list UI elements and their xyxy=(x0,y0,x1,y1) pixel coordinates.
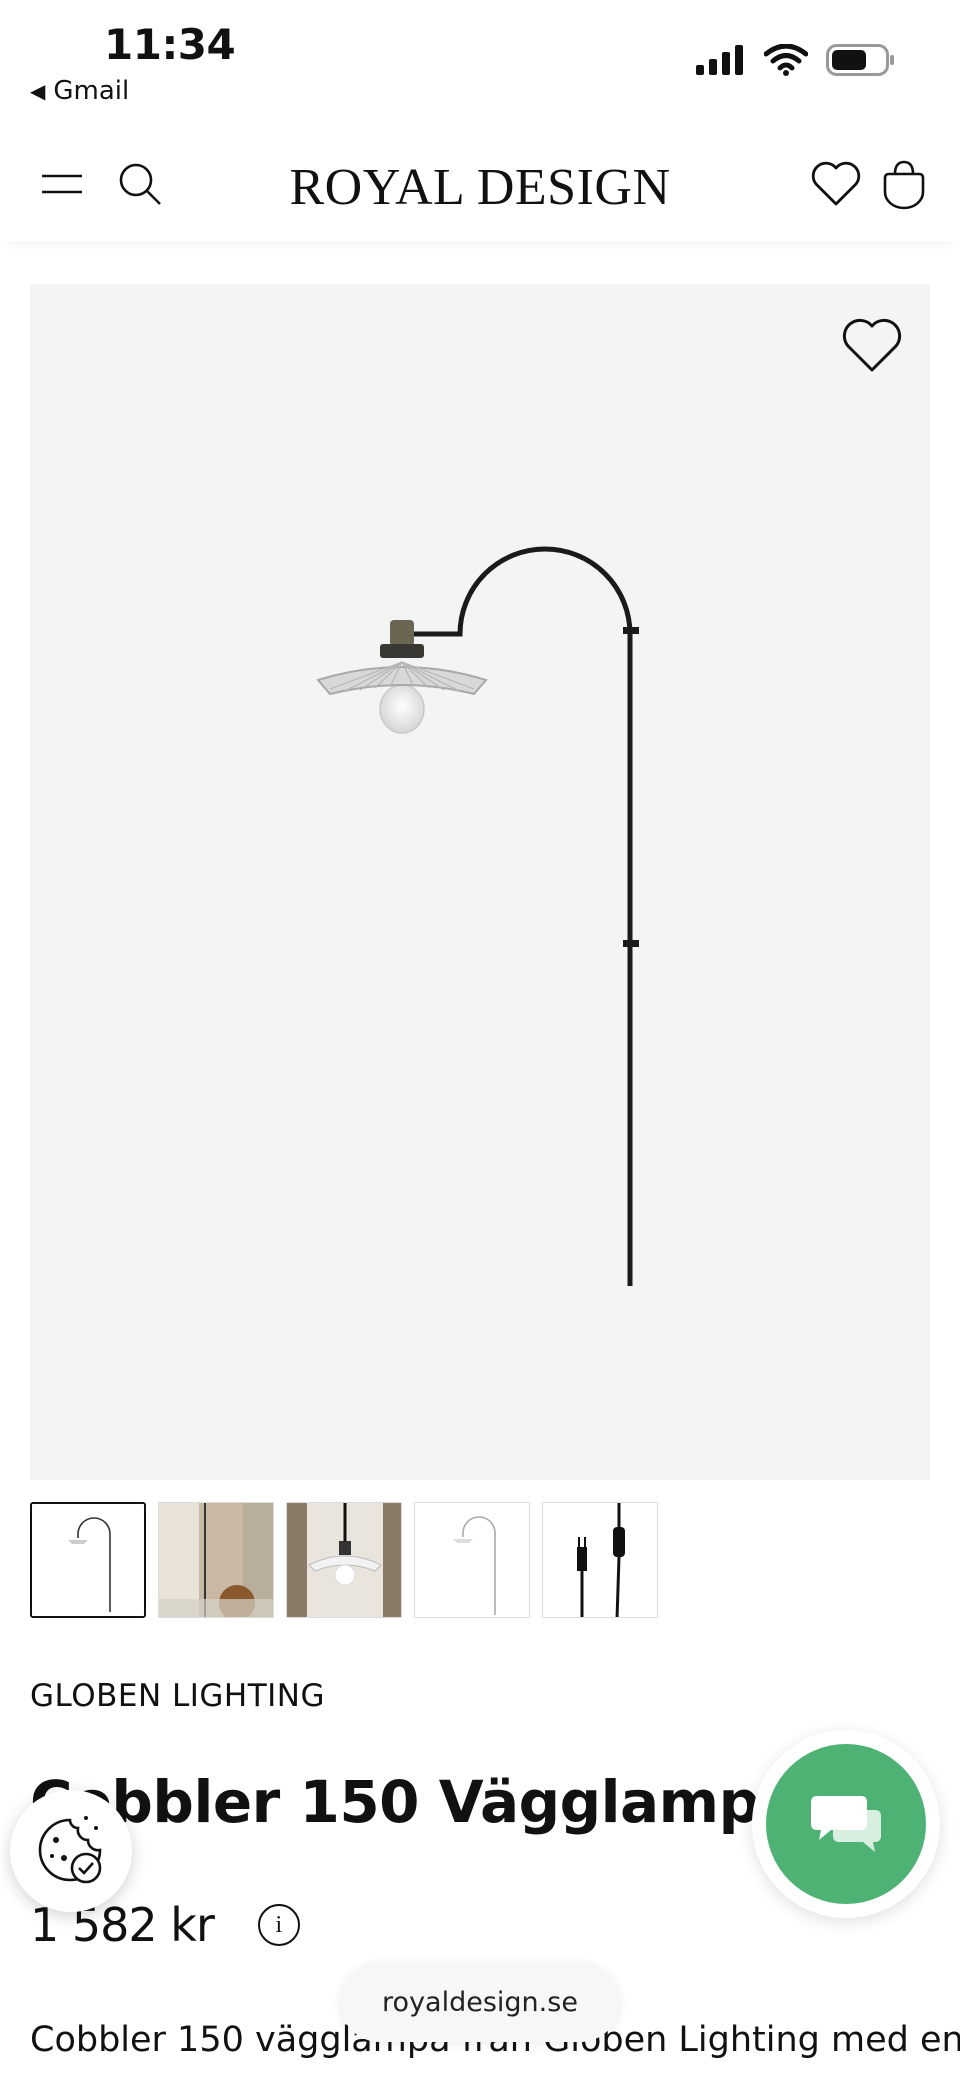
wishlist-button[interactable] xyxy=(804,152,868,216)
status-bar: 11:34 ◀ Gmail xyxy=(0,0,960,120)
add-to-wishlist-button[interactable] xyxy=(840,316,904,376)
browser-url-bar[interactable]: royaldesign.se xyxy=(340,1962,620,2042)
cart-icon xyxy=(883,160,925,210)
battery-icon xyxy=(826,44,894,76)
price-info-icon[interactable]: i xyxy=(257,1904,300,1946)
thumbnail-strip xyxy=(30,1502,658,1618)
cart-button[interactable] xyxy=(872,152,936,216)
wishlist-icon xyxy=(811,161,861,206)
status-time: 11:34 xyxy=(104,20,236,69)
status-icons xyxy=(696,44,896,76)
back-app-label: Gmail xyxy=(53,76,130,106)
cookie-settings-button[interactable] xyxy=(10,1790,132,1912)
thumbnail-room-image xyxy=(159,1503,273,1617)
chat-widget xyxy=(752,1730,940,1918)
thumbnail-5[interactable] xyxy=(542,1502,658,1618)
product-title: Cobbler 150 Vägglampa, xyxy=(30,1768,820,1836)
cookie-icon xyxy=(38,1816,102,1884)
thumbnail-lamp-image xyxy=(32,1504,144,1616)
thumbnail-plug-image xyxy=(543,1503,657,1617)
wall-lamp-image xyxy=(316,546,639,1286)
chat-bubbles-icon xyxy=(811,1796,881,1852)
thumbnail-3[interactable] xyxy=(286,1502,402,1618)
thumbnail-4[interactable] xyxy=(414,1502,530,1618)
signal-icon xyxy=(696,45,743,75)
back-to-app[interactable]: ◀ Gmail xyxy=(30,76,129,106)
site-header: ROYAL DESIGN xyxy=(0,130,960,242)
thumbnail-2[interactable] xyxy=(158,1502,274,1618)
thumbnail-shade-image xyxy=(287,1503,401,1617)
thumbnail-lamp-white-image xyxy=(415,1503,529,1617)
product-brand[interactable]: GLOBEN LIGHTING xyxy=(30,1678,325,1714)
wifi-icon xyxy=(764,44,808,76)
product-main-image[interactable] xyxy=(30,284,930,1480)
back-triangle-icon: ◀ xyxy=(30,79,46,103)
heart-icon xyxy=(842,318,902,372)
thumbnail-1[interactable] xyxy=(30,1502,146,1618)
chat-button[interactable] xyxy=(766,1744,926,1904)
